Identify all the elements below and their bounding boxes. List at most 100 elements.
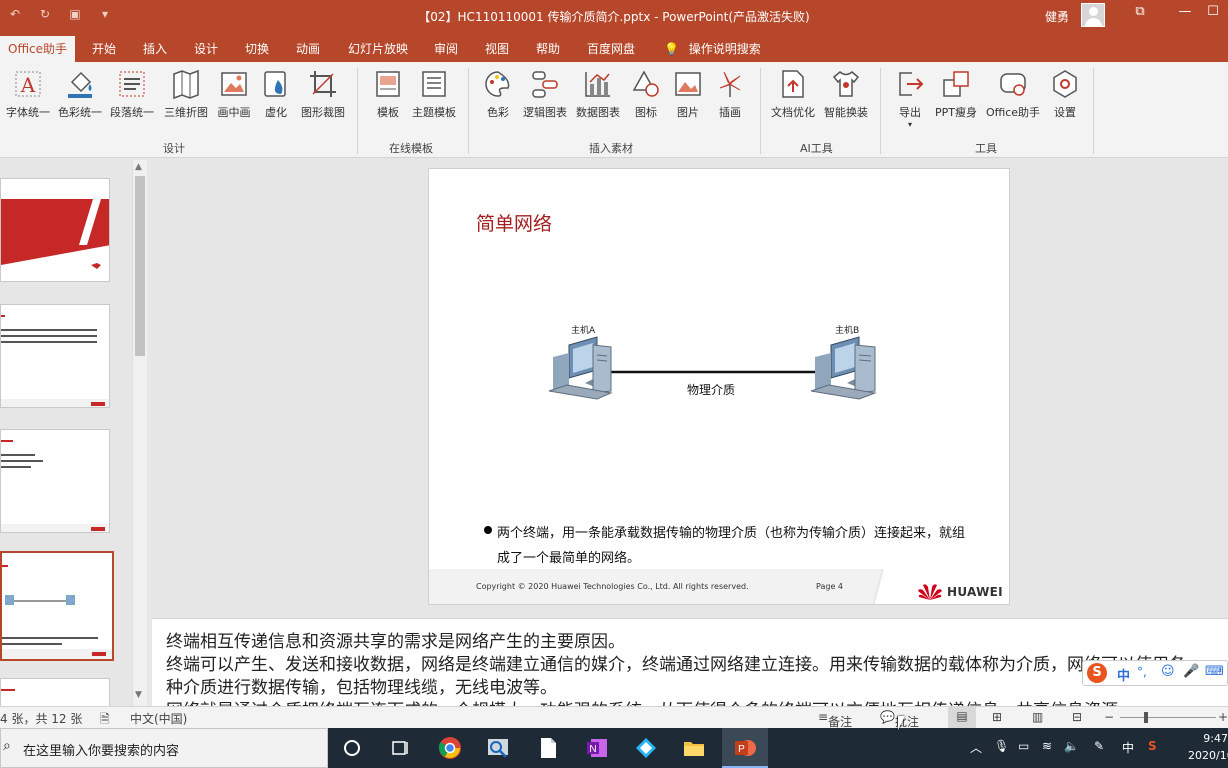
zoom-slider-thumb[interactable] bbox=[1144, 712, 1148, 723]
svg-text:P: P bbox=[738, 744, 745, 755]
powerpoint-taskbar-button[interactable]: P bbox=[722, 728, 768, 768]
tab-home[interactable]: 开始 bbox=[92, 40, 116, 57]
minimize-icon[interactable]: — bbox=[1170, 4, 1200, 26]
task-view-icon[interactable] bbox=[388, 736, 412, 760]
ppt-slim-button[interactable]: PPT瘦身 bbox=[928, 68, 984, 120]
notes-line: 网络就是通过介质把终端互连而成的一个规模大，功能强的系统，从而使得众多的终端可以… bbox=[166, 696, 1135, 706]
powerpoint-icon: P bbox=[735, 740, 756, 756]
chrome-icon[interactable] bbox=[438, 736, 462, 760]
reading-view-icon[interactable]: ▥ bbox=[1032, 710, 1043, 724]
app-diamond-icon[interactable] bbox=[634, 736, 658, 760]
cortana-icon[interactable] bbox=[340, 736, 364, 760]
slide-sorter-icon[interactable]: ⊞ bbox=[992, 710, 1002, 724]
tab-office-assistant[interactable]: Office助手 bbox=[0, 36, 76, 62]
scrollbar-thumb[interactable] bbox=[135, 176, 145, 356]
tab-help[interactable]: 帮助 bbox=[536, 40, 560, 57]
scroll-up-icon[interactable]: ▲ bbox=[135, 162, 142, 172]
slide-thumbnail-selected[interactable] bbox=[0, 551, 114, 661]
taskbar-search-box[interactable]: ⌕ 在这里输入你要搜索的内容 bbox=[0, 728, 328, 768]
theme-template-button[interactable]: 主题模板 bbox=[406, 68, 462, 120]
color-unify-button[interactable]: 色彩统一 bbox=[52, 68, 108, 120]
slide-thumbnail[interactable] bbox=[0, 678, 110, 706]
user-name[interactable]: 健勇 bbox=[1045, 8, 1069, 25]
ribbon-display-options-icon[interactable]: ⧉ bbox=[1125, 4, 1155, 26]
data-chart-icon bbox=[585, 72, 610, 97]
powerpoint-window: ↶ ↻ ▣ ▾ 【02】HC110110001 传输介质简介.pptx - Po… bbox=[0, 0, 1228, 768]
scroll-down-icon[interactable]: ▼ bbox=[135, 690, 142, 700]
ime-toolbar[interactable]: S 中 °, ☺ 🎤 ⌨ bbox=[1082, 660, 1228, 686]
tab-insert[interactable]: 插入 bbox=[143, 40, 167, 57]
search-icon: ⌕ bbox=[3, 738, 11, 754]
slide-thumbnail[interactable] bbox=[0, 178, 110, 282]
paragraph-unify-button[interactable]: 段落统一 bbox=[104, 68, 160, 120]
slide-footer: Copyright © 2020 Huawei Technologies Co.… bbox=[429, 569, 1009, 604]
tab-slideshow[interactable]: 幻灯片放映 bbox=[348, 40, 408, 57]
thumbnail-cover-preview bbox=[1, 199, 109, 269]
group-divider bbox=[1093, 68, 1094, 154]
punctuation-icon: °, bbox=[1137, 665, 1147, 679]
group-label-insert-material: 插入素材 bbox=[589, 142, 633, 155]
slide-thumbnail[interactable] bbox=[0, 429, 110, 533]
notes-button[interactable]: ≡ 备注 bbox=[818, 710, 852, 729]
microphone-icon[interactable]: 🎙 bbox=[994, 739, 1009, 753]
font-icon: A bbox=[15, 71, 41, 97]
language-indicator[interactable]: 中文(中国) bbox=[130, 710, 187, 727]
shape-crop-button[interactable]: 图形裁图 bbox=[295, 68, 351, 120]
page-number: Page 4 bbox=[816, 582, 843, 591]
group-label-tools: 工具 bbox=[975, 142, 997, 155]
tab-animations[interactable]: 动画 bbox=[296, 40, 320, 57]
zoom-in-icon[interactable]: + bbox=[1218, 710, 1228, 724]
tab-transitions[interactable]: 切换 bbox=[245, 40, 269, 57]
office-assistant-button[interactable]: Office助手 bbox=[985, 68, 1041, 120]
keyboard-icon: ⌨ bbox=[1205, 664, 1224, 679]
palette-icon bbox=[485, 71, 510, 97]
mouse-cursor-icon bbox=[898, 716, 912, 730]
smart-reskin-button[interactable]: 智能换装 bbox=[818, 68, 874, 120]
file-explorer-icon[interactable] bbox=[682, 736, 706, 760]
slide-thumbnail[interactable] bbox=[0, 304, 110, 408]
thumbnail-text-preview bbox=[1, 689, 15, 691]
tab-baidu-netdisk[interactable]: 百度网盘 bbox=[587, 40, 635, 57]
zoom-slider[interactable] bbox=[1120, 717, 1216, 718]
pen-icon[interactable]: ✎ bbox=[1094, 739, 1104, 753]
voice-icon: 🎤 bbox=[1183, 664, 1200, 679]
thumbnails-scrollbar[interactable]: ▲ ▼ bbox=[132, 160, 147, 706]
settings-button[interactable]: 设置 bbox=[1037, 68, 1093, 120]
battery-icon[interactable]: ▭ bbox=[1018, 739, 1029, 753]
emoji-icon: ☺ bbox=[1161, 664, 1175, 679]
windows-taskbar: ⌕ 在这里输入你要搜索的内容 N P ︿ 🎙 ▭ ≋ 🔈 ✎ 中 S 9:47 … bbox=[0, 728, 1228, 768]
host-b-label: 主机B bbox=[835, 326, 860, 336]
wifi-icon[interactable]: ≋ bbox=[1042, 739, 1052, 753]
host-a-computer-icon bbox=[548, 336, 613, 400]
blur-drop-icon bbox=[264, 71, 286, 97]
comments-button[interactable]: 💬 批注 bbox=[880, 710, 919, 729]
slideshow-icon[interactable]: ⊟ bbox=[1072, 710, 1082, 724]
volume-icon[interactable]: 🔈 bbox=[1064, 739, 1079, 753]
onenote-icon[interactable]: N bbox=[585, 736, 609, 760]
tab-review[interactable]: 审阅 bbox=[434, 40, 458, 57]
illustration-icon bbox=[719, 71, 741, 97]
slide-bullet-text[interactable]: 两个终端，用一条能承载数据传输的物理介质（也称为传输介质）连接起来，就组成了一个… bbox=[497, 521, 967, 571]
image-viewer-icon[interactable] bbox=[486, 736, 510, 760]
avatar[interactable] bbox=[1081, 3, 1105, 27]
system-clock[interactable]: 9:47 2020/10/ bbox=[1188, 730, 1228, 764]
zoom-out-icon[interactable]: − bbox=[1104, 710, 1114, 724]
sogou-tray-icon[interactable]: S bbox=[1148, 739, 1157, 753]
doc-optimize-button[interactable]: 文档优化 bbox=[765, 68, 821, 120]
font-unify-button[interactable]: A 字体统一 bbox=[0, 68, 56, 120]
tab-view[interactable]: 视图 bbox=[485, 40, 509, 57]
document-icon[interactable] bbox=[536, 736, 560, 760]
tab-design[interactable]: 设计 bbox=[194, 40, 218, 57]
crop-icon bbox=[310, 71, 336, 97]
normal-view-icon[interactable]: ▤ bbox=[948, 707, 976, 728]
tray-chevron-up-icon[interactable]: ︿ bbox=[970, 739, 982, 756]
illustration-button[interactable]: 插画 bbox=[702, 68, 758, 120]
logic-chart-button[interactable]: 逻辑图表 bbox=[517, 68, 573, 120]
maximize-icon[interactable]: ☐ bbox=[1198, 4, 1228, 26]
speaker-notes-pane[interactable]: 终端相互传递信息和资源共享的需求是网络产生的主要原因。 终端可以产生、发送和接收… bbox=[152, 618, 1228, 706]
group-label-design: 设计 bbox=[163, 142, 185, 155]
group-divider bbox=[468, 68, 469, 154]
tell-me-search[interactable]: 💡 操作说明搜索 bbox=[664, 40, 761, 57]
ime-indicator[interactable]: 中 bbox=[1122, 739, 1134, 756]
current-slide[interactable]: 简单网络 主机A 主机B 物理介质 两个终端，用一条能承载数据传输的物理介质（也… bbox=[428, 168, 1010, 605]
